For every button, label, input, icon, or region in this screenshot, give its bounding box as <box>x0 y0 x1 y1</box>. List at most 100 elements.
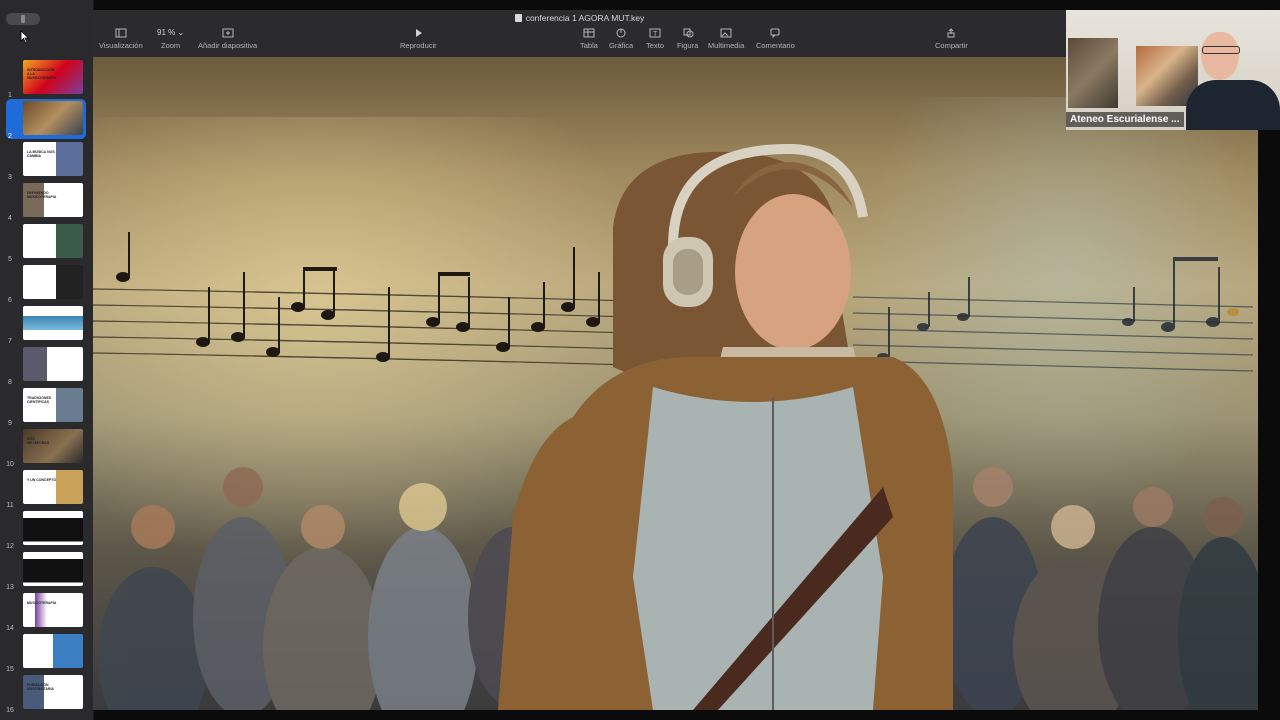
play-icon <box>412 28 424 38</box>
table-label: Tabla <box>580 41 598 50</box>
slide-number: 12 <box>6 543 14 550</box>
slide-thumbnail-5[interactable]: 5 <box>0 222 93 263</box>
document-title-text: conferencia 1 AGORA MUT.key <box>525 13 645 23</box>
slide-number: 2 <box>8 133 12 140</box>
slide-preview <box>23 306 83 340</box>
play-label: Reproducir <box>400 41 437 50</box>
slide-thumbnail-12[interactable]: 12 <box>0 509 93 550</box>
slide-thumbnail-4[interactable]: DEFINIENDO MUSICOTERAPIA 4 <box>0 181 93 222</box>
chart-label: Gráfica <box>609 41 634 50</box>
slide-number: 10 <box>6 461 14 468</box>
slide-preview: INTRODUCCIÓN A LA MUSICOTERAPIA <box>23 60 83 94</box>
speaker-body <box>1186 80 1280 130</box>
speaker-head <box>1201 32 1239 80</box>
slide-preview: TRADICIONES CIENTÍFICAS <box>23 388 83 422</box>
share-button[interactable]: Compartir <box>935 28 968 50</box>
shape-icon <box>682 28 694 38</box>
slide-thumbnail-3[interactable]: LA MÚSICA NOS CAMBIA 3 <box>0 140 93 181</box>
slide-number: 13 <box>6 584 14 591</box>
media-button[interactable]: Multimedia <box>708 28 744 50</box>
text-box-icon: T <box>649 28 661 38</box>
slide-preview: FORMACIÓN UNIVERSITARIA <box>23 675 83 709</box>
mouse-pointer-icon <box>20 30 30 44</box>
svg-text:T: T <box>653 31 658 38</box>
add-slide-button[interactable]: Añadir diapositiva <box>198 28 257 50</box>
view-label: Visualización <box>99 41 143 50</box>
zoom-select[interactable]: 91 % ⌄ Zoom <box>157 28 184 50</box>
slide-preview-text: TRADICIONES CIENTÍFICAS <box>27 396 52 404</box>
text-button[interactable]: T Texto <box>646 28 664 50</box>
music-notes-right <box>877 257 1239 361</box>
play-button[interactable]: Reproducir <box>400 28 437 50</box>
slide-preview <box>23 265 83 299</box>
slide-thumbnail-14[interactable]: MUSICOTERAPIA 14 <box>0 591 93 632</box>
slide-number: 9 <box>8 420 12 427</box>
slide-thumbnail-list: INTRODUCCIÓN A LA MUSICOTERAPIA 1 2 LA MÚSI… <box>0 58 93 714</box>
girl-figure <box>498 143 953 710</box>
participant-video: Ateneo Escurialense ... <box>1066 10 1280 130</box>
sidebar-view-icon <box>115 28 127 38</box>
participant-name-label: Ateneo Escurialense ... <box>1066 112 1184 127</box>
chart-button[interactable]: Gráfica <box>609 28 633 50</box>
shape-button[interactable]: Figura <box>677 28 698 50</box>
sidebar-toggle-button[interactable] <box>6 13 40 25</box>
slide-number: 4 <box>8 215 12 222</box>
slide-number: 3 <box>8 174 12 181</box>
slide-thumbnail-16[interactable]: FORMACIÓN UNIVERSITARIA 16 <box>0 673 93 714</box>
table-icon <box>583 28 595 38</box>
comment-icon <box>769 28 781 38</box>
slide-thumbnail-11[interactable]: Y UN CONCEPTO 11 <box>0 468 93 509</box>
table-button[interactable]: Tabla <box>580 28 598 50</box>
media-label: Multimedia <box>708 41 745 50</box>
shape-label: Figura <box>677 41 699 50</box>
slide-preview-text: MUSICOTERAPIA <box>27 601 57 605</box>
document-title: conferencia 1 AGORA MUT.key <box>93 13 1066 23</box>
slide-thumbnail-9[interactable]: TRADICIONES CIENTÍFICAS 9 <box>0 386 93 427</box>
view-button[interactable]: Visualización <box>99 28 143 50</box>
slide-preview <box>23 511 83 545</box>
slide-preview: Y UN CONCEPTO <box>23 470 83 504</box>
slide-thumbnail-7[interactable]: 7 <box>0 304 93 345</box>
slide-number: 8 <box>8 379 12 386</box>
chevron-down-icon: ⌄ <box>177 28 185 37</box>
comment-label: Comentario <box>756 41 795 50</box>
add-slide-label: Añadir diapositiva <box>198 41 258 50</box>
slide-navigator: INTRODUCCIÓN A LA MUSICOTERAPIA 1 2 LA MÚSI… <box>0 0 94 720</box>
media-icon <box>720 28 732 38</box>
zoom-value-text: 91 % <box>157 28 176 37</box>
glasses-icon <box>1202 46 1240 54</box>
slide-number: 6 <box>8 297 12 304</box>
slide-thumbnail-6[interactable]: 6 <box>0 263 93 304</box>
zoom-label: Zoom <box>161 41 181 50</box>
slide-preview-text: DOS METÁFORAS <box>27 437 50 445</box>
slide-number: 1 <box>8 92 12 99</box>
slide-number: 11 <box>6 502 14 509</box>
slide-thumbnail-1[interactable]: INTRODUCCIÓN A LA MUSICOTERAPIA 1 <box>0 58 93 99</box>
slide-preview: DEFINIENDO MUSICOTERAPIA <box>23 183 83 217</box>
slide-thumbnail-8[interactable]: 8 <box>0 345 93 386</box>
slide-thumbnail-13[interactable]: 13 <box>0 550 93 591</box>
slide-preview <box>23 101 83 135</box>
slide-number: 14 <box>6 625 14 632</box>
slide-preview-text: FORMACIÓN UNIVERSITARIA <box>27 683 54 691</box>
chart-icon <box>615 28 627 38</box>
slide-thumbnail-15[interactable]: 15 <box>0 632 93 673</box>
slide-thumbnail-10[interactable]: DOS METÁFORAS 10 <box>0 427 93 468</box>
slide-number: 16 <box>6 707 14 714</box>
comment-button[interactable]: Comentario <box>756 28 795 50</box>
slide-preview-text: DEFINIENDO MUSICOTERAPIA <box>27 191 57 199</box>
share-icon <box>945 28 957 38</box>
slide-preview-text: Y UN CONCEPTO <box>27 478 57 482</box>
slide-preview <box>23 552 83 586</box>
keynote-toolbar: conferencia 1 AGORA MUT.key Visualizació… <box>93 10 1066 58</box>
text-label: Texto <box>646 41 664 50</box>
slide-thumbnail-2[interactable]: 2 <box>0 99 93 140</box>
slide-canvas[interactable] <box>93 57 1258 710</box>
slide-preview: LA MÚSICA NOS CAMBIA <box>23 142 83 176</box>
slide-preview <box>23 347 83 381</box>
zoom-value: 91 % ⌄ <box>157 28 184 38</box>
slide-preview-text: LA MÚSICA NOS CAMBIA <box>27 150 55 158</box>
slide-preview <box>23 634 83 668</box>
slide-number: 7 <box>8 338 12 345</box>
music-staff-left <box>93 288 634 366</box>
